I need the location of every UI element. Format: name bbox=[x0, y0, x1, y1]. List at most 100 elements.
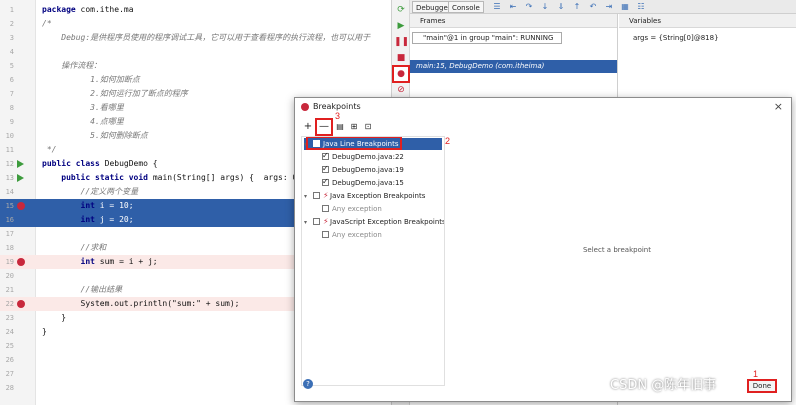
step-into-icon[interactable]: ↓ bbox=[540, 2, 550, 12]
annotation-1: 1 bbox=[753, 369, 759, 379]
exception-icon: ⚡ bbox=[323, 217, 329, 226]
line-number: 4 bbox=[9, 48, 14, 56]
done-button[interactable]: Done bbox=[747, 379, 777, 393]
code-text: Debug:是供程序员使用的程序调试工具，它可以用于查看程序的执行流程，也可以用… bbox=[42, 33, 371, 42]
annotation-3: 3 bbox=[335, 111, 341, 121]
line-number: 22 bbox=[5, 300, 14, 308]
expand-arrow-icon[interactable]: ▾ bbox=[304, 217, 313, 229]
code-text: int i = 10; bbox=[80, 201, 134, 210]
pause-icon[interactable]: ❚❚ bbox=[394, 35, 409, 49]
breakpoint-icon[interactable] bbox=[17, 202, 25, 210]
rerun-icon[interactable]: ⟳ bbox=[394, 3, 408, 17]
variable-args[interactable]: args = {String[0]@818} bbox=[633, 34, 719, 42]
remove-breakpoint-button[interactable]: — bbox=[315, 118, 333, 136]
group-by-class-icon[interactable]: ⊡ bbox=[361, 120, 375, 134]
tab-console[interactable]: Console bbox=[448, 1, 484, 13]
checkbox[interactable] bbox=[313, 218, 320, 225]
code-text: System.out.println("sum:" + sum); bbox=[42, 299, 240, 308]
code-line[interactable]: 2 /* bbox=[0, 17, 392, 31]
code-text: 4.点哪里 bbox=[42, 117, 124, 126]
tree-item[interactable]: Any exception bbox=[322, 203, 442, 215]
code-text: public static void main(String[] args) {… bbox=[61, 173, 298, 182]
stop-icon[interactable]: ■ bbox=[394, 51, 408, 65]
line-number: 3 bbox=[9, 34, 14, 42]
code-text: //输出结果 bbox=[42, 285, 123, 294]
code-text: int sum = i + j; bbox=[80, 257, 158, 266]
step-over-icon[interactable]: ↷ bbox=[524, 2, 534, 12]
line-number: 18 bbox=[5, 244, 14, 252]
tree-item[interactable]: DebugDemo.java:19 bbox=[322, 163, 442, 176]
evaluate-icon[interactable]: ▦ bbox=[620, 2, 630, 12]
tree-item[interactable]: DebugDemo.java:15 bbox=[322, 176, 442, 189]
line-number: 13 bbox=[5, 174, 14, 182]
line-number: 16 bbox=[5, 216, 14, 224]
breakpoint-icon bbox=[301, 103, 309, 111]
add-breakpoint-button[interactable]: + bbox=[301, 120, 315, 134]
tree-group[interactable]: ▾ ⚡Java Exception Breakpoints bbox=[304, 190, 442, 202]
line-number: 15 bbox=[5, 202, 14, 210]
code-line[interactable]: 3 Debug:是供程序员使用的程序调试工具，它可以用于查看程序的执行流程，也可… bbox=[0, 31, 392, 45]
line-number: 24 bbox=[5, 328, 14, 336]
group-by-package-icon[interactable]: ▤ bbox=[333, 120, 347, 134]
run-gutter-icon[interactable] bbox=[17, 174, 24, 182]
code-text: } bbox=[42, 327, 47, 336]
force-step-into-icon[interactable]: ⇓ bbox=[556, 2, 566, 12]
group-by-file-icon[interactable]: ⊞ bbox=[347, 120, 361, 134]
tree-item[interactable]: DebugDemo.java:22 bbox=[322, 150, 442, 163]
resume-icon[interactable]: ▶ bbox=[394, 19, 408, 33]
checkbox[interactable] bbox=[322, 205, 329, 212]
checkbox[interactable] bbox=[322, 231, 329, 238]
drop-frame-icon[interactable]: ↶ bbox=[588, 2, 598, 12]
menu-icon[interactable]: ☰ bbox=[492, 2, 502, 12]
highlight-box bbox=[306, 137, 402, 150]
code-line[interactable]: 1 package com.ithe.ma bbox=[0, 3, 392, 17]
line-number: 6 bbox=[9, 76, 14, 84]
tree-group[interactable]: ▾ ⚡JavaScript Exception Breakpoints bbox=[304, 216, 444, 229]
step-out-icon[interactable]: ↑ bbox=[572, 2, 582, 12]
line-number: 14 bbox=[5, 188, 14, 196]
checkbox[interactable] bbox=[322, 176, 329, 188]
code-text: 3.看哪里 bbox=[42, 103, 124, 112]
layout-icon[interactable]: ☷ bbox=[636, 2, 646, 12]
code-line[interactable]: 5 操作流程： bbox=[0, 59, 392, 73]
checkbox[interactable] bbox=[322, 163, 329, 175]
tree-label: DebugDemo.java:22 bbox=[332, 153, 404, 161]
line-number: 21 bbox=[5, 286, 14, 294]
expand-arrow-icon[interactable]: ▾ bbox=[304, 191, 313, 203]
breakpoint-icon[interactable] bbox=[17, 258, 25, 266]
mute-breakpoints-icon[interactable]: ⊘ bbox=[394, 83, 408, 97]
line-number: 28 bbox=[5, 384, 14, 392]
tree-label: Java Exception Breakpoints bbox=[330, 192, 426, 200]
code-line[interactable]: 6 1.如何加断点 bbox=[0, 73, 392, 87]
code-text: } bbox=[42, 313, 67, 322]
code-text: package com.ithe.ma bbox=[42, 5, 134, 14]
breakpoint-icon[interactable] bbox=[17, 300, 25, 308]
dialog-title: Breakpoints bbox=[313, 102, 361, 111]
frame-row[interactable]: main:15, DebugDemo (com.itheima) bbox=[410, 60, 617, 73]
dialog-toolbar: + — ▤ ⊞ ⊡ 3 bbox=[301, 111, 441, 136]
view-breakpoints-icon[interactable]: ● bbox=[392, 65, 410, 83]
code-line[interactable]: 4 bbox=[0, 45, 392, 59]
code-text: //定义两个变量 bbox=[42, 187, 139, 196]
run-to-cursor-icon[interactable]: ⇥ bbox=[604, 2, 614, 12]
line-number: 1 bbox=[9, 6, 14, 14]
checkbox[interactable] bbox=[322, 150, 329, 162]
checkbox[interactable] bbox=[313, 192, 320, 199]
line-number: 2 bbox=[9, 20, 14, 28]
line-number: 19 bbox=[5, 258, 14, 266]
tree-label: Any exception bbox=[332, 231, 382, 239]
help-icon[interactable]: ? bbox=[303, 379, 313, 389]
frames-header: Frames bbox=[410, 14, 617, 28]
line-number: 20 bbox=[5, 272, 14, 280]
breakpoint-tree[interactable]: ▾Java Line BreakpointsDebugDemo.java:22D… bbox=[301, 136, 445, 386]
run-gutter-icon[interactable] bbox=[17, 160, 24, 168]
line-number: 23 bbox=[5, 314, 14, 322]
watermark: CSDN @陈年旧事 bbox=[610, 378, 717, 393]
line-number: 26 bbox=[5, 356, 14, 364]
code-text: int j = 20; bbox=[80, 215, 134, 224]
close-icon[interactable]: × bbox=[774, 100, 783, 114]
show-execution-point-icon[interactable]: ⇤ bbox=[508, 2, 518, 12]
tree-item[interactable]: Any exception bbox=[322, 229, 442, 241]
thread-selector[interactable]: "main"@1 in group "main": RUNNING bbox=[412, 32, 562, 44]
line-number: 27 bbox=[5, 370, 14, 378]
